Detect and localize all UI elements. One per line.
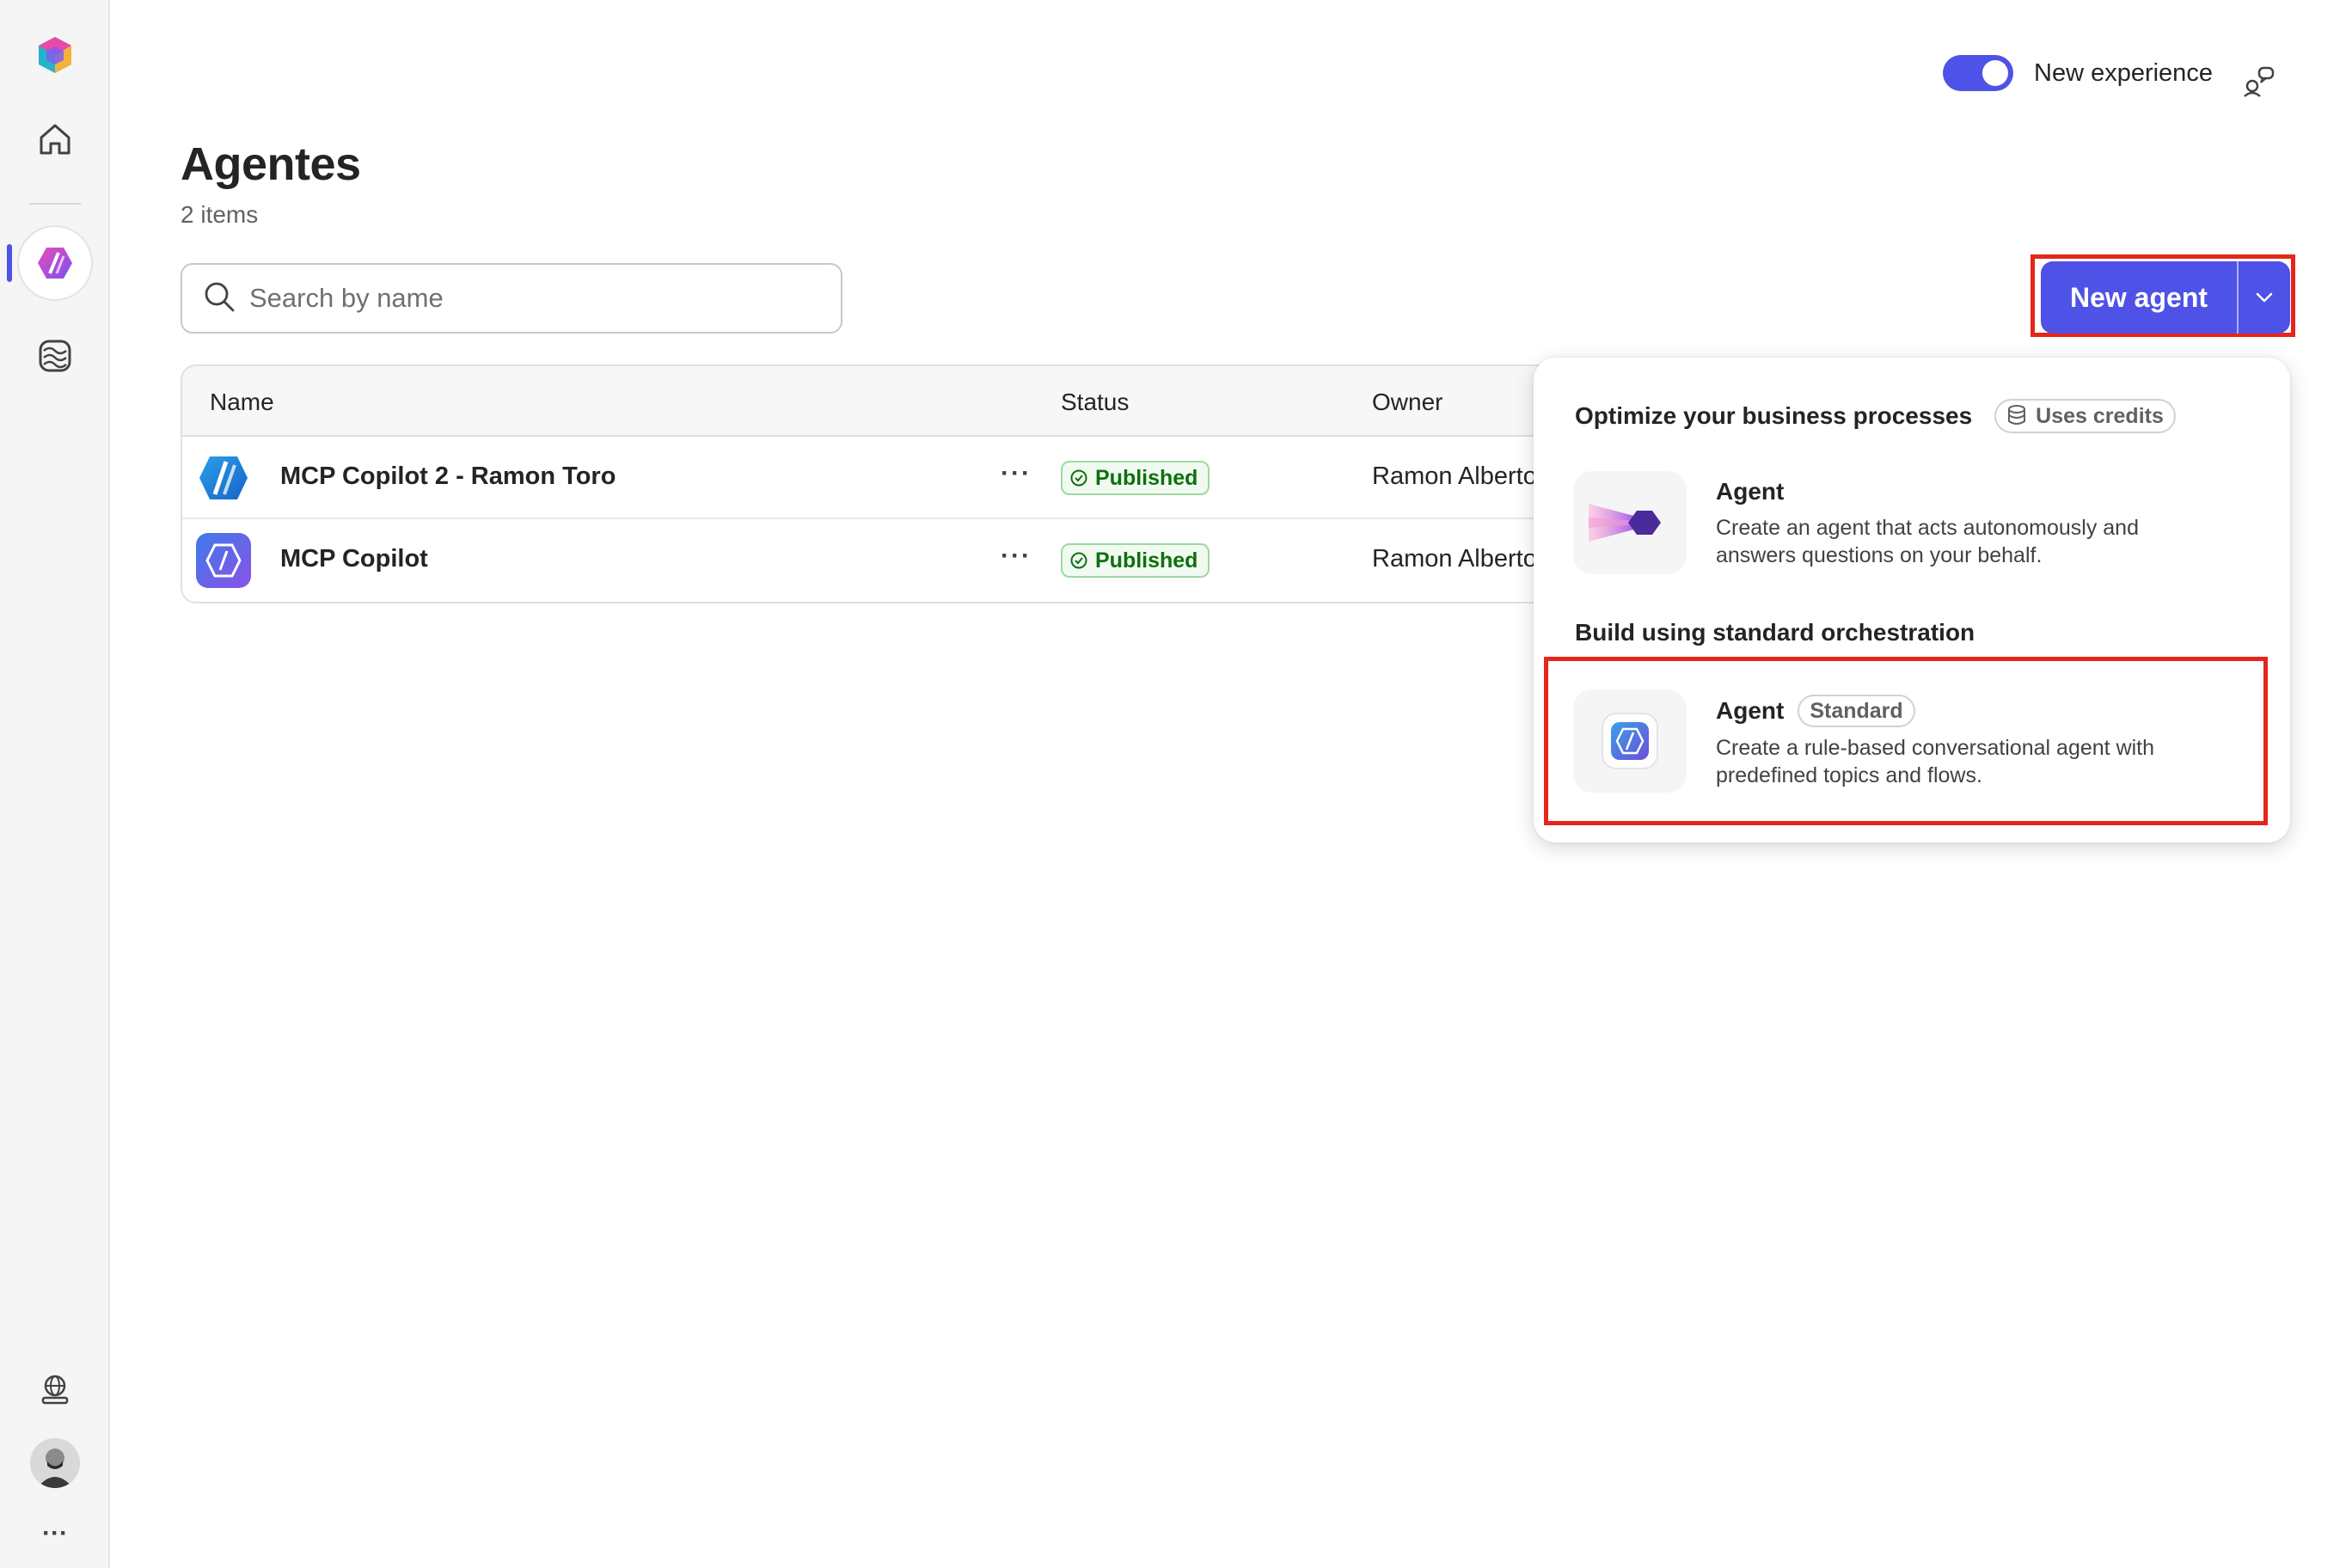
- home-icon[interactable]: [0, 110, 110, 168]
- page-title: Agentes: [181, 138, 361, 190]
- table-header: Name Status Owner: [182, 366, 1554, 437]
- search-icon: [203, 280, 236, 317]
- option-description: Create an agent that acts autonomously a…: [1716, 516, 2139, 567]
- pill-label: Uses credits: [2036, 403, 2164, 428]
- column-header-owner[interactable]: Owner: [1372, 389, 1442, 416]
- agent-autonomous-icon: [1573, 471, 1687, 574]
- agent-logo-icon: [196, 533, 251, 588]
- item-count: 2 items: [181, 201, 259, 228]
- standard-option-highlight: [1544, 657, 2268, 825]
- new-experience-label: New experience: [2034, 58, 2213, 87]
- more-options-button[interactable]: ···: [1001, 542, 1032, 571]
- status-label: Published: [1095, 548, 1198, 573]
- section-title-text: Optimize your business processes: [1575, 402, 1973, 429]
- new-agent-button[interactable]: New agent: [2041, 261, 2237, 334]
- check-circle-icon: [1070, 552, 1087, 569]
- column-header-name[interactable]: Name: [210, 389, 274, 416]
- status-label: Published: [1095, 465, 1198, 490]
- feedback-icon[interactable]: [2242, 64, 2276, 102]
- rail-divider: [29, 203, 81, 205]
- environment-icon[interactable]: [0, 1363, 110, 1415]
- new-agent-split-button: New agent: [2041, 261, 2290, 334]
- menu-section-title: Build using standard orchestration: [1575, 619, 1975, 646]
- new-agent-dropdown-button[interactable]: [2239, 261, 2290, 334]
- agents-icon[interactable]: [0, 225, 110, 301]
- new-experience-toggle[interactable]: [1943, 55, 2013, 91]
- agents-table: Name Status Owner MCP Copilot 2 - Ramon …: [181, 364, 1556, 603]
- left-rail: ···: [0, 0, 110, 1568]
- agent-logo-icon: [196, 450, 251, 505]
- menu-section-title: Optimize your business processes Uses cr…: [1575, 399, 2176, 433]
- agent-name[interactable]: MCP Copilot 2 - Ramon Toro: [280, 462, 616, 491]
- chevron-down-icon: [2256, 292, 2273, 303]
- check-circle-icon: [1070, 469, 1087, 487]
- flows-icon[interactable]: [0, 327, 110, 385]
- owner-name: Ramon Alberto: [1372, 545, 1537, 573]
- search-box[interactable]: [181, 263, 842, 334]
- credits-icon: [2008, 405, 2026, 425]
- avatar[interactable]: [0, 1437, 110, 1489]
- option-title: Agent: [1716, 478, 1785, 505]
- copilot-logo-icon[interactable]: [0, 26, 110, 84]
- table-row[interactable]: MCP Copilot 2 - Ramon Toro ··· Published…: [182, 437, 1554, 519]
- agent-name[interactable]: MCP Copilot: [280, 545, 428, 573]
- new-experience-toggle-group: New experience: [1943, 55, 2213, 91]
- status-badge: Published: [1061, 461, 1210, 495]
- more-options-button[interactable]: ···: [1001, 459, 1032, 488]
- uses-credits-pill: Uses credits: [1994, 399, 2176, 433]
- status-badge: Published: [1061, 543, 1210, 578]
- table-row[interactable]: MCP Copilot ··· Published Ramon Alberto: [182, 519, 1554, 602]
- owner-name: Ramon Alberto: [1372, 462, 1537, 490]
- search-input[interactable]: [249, 283, 799, 314]
- more-icon[interactable]: ···: [0, 1516, 110, 1551]
- column-header-status[interactable]: Status: [1061, 389, 1129, 416]
- toggle-knob: [1982, 60, 2008, 86]
